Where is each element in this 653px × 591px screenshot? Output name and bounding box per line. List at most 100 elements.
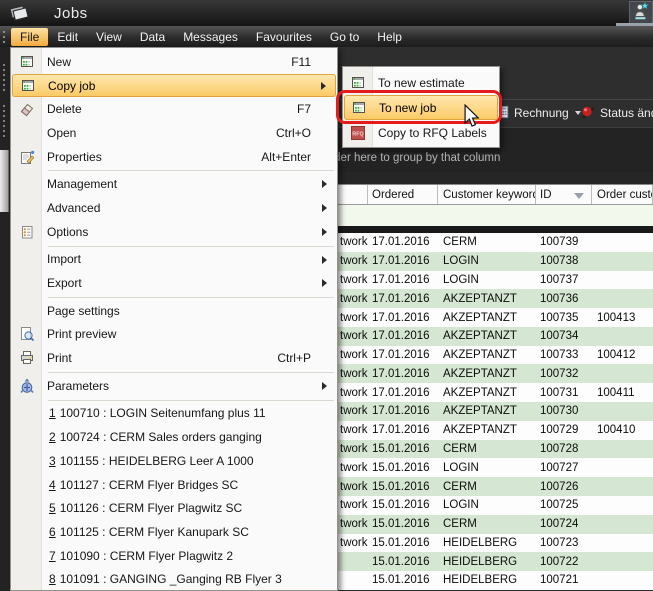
- rfq-icon: RFQ: [343, 125, 373, 141]
- recent-file-number: 7: [49, 549, 56, 563]
- menu-item-import[interactable]: Import: [11, 248, 337, 272]
- recent-file-3[interactable]: 3101155 : HEIDELBERG Leer A 1000: [11, 449, 337, 473]
- titlebar-user-button[interactable]: [629, 1, 653, 25]
- table-row[interactable]: twork15.01.2016CERM100726: [338, 477, 653, 496]
- window-titlebar: Jobs: [0, 0, 653, 26]
- table-row[interactable]: twork17.01.2016AKZEPTANZT100736: [338, 289, 653, 308]
- status-change-icon: [580, 104, 596, 123]
- table-row[interactable]: twork17.01.2016AKZEPTANZT100735100413: [338, 308, 653, 327]
- table-row[interactable]: twork17.01.2016LOGIN100738: [338, 252, 653, 271]
- table-cell: 17.01.2016: [368, 330, 438, 342]
- jobs-app-icon: [8, 2, 30, 24]
- table-cell: 100721: [536, 574, 592, 586]
- menu-item-label: Properties: [47, 150, 102, 164]
- menu-messages[interactable]: Messages: [174, 28, 247, 46]
- table-row[interactable]: twork15.01.2016CERM100724: [338, 515, 653, 534]
- table-cell: CERM: [438, 518, 536, 530]
- left-dock-strip: [0, 47, 10, 591]
- recent-file-6[interactable]: 6101125 : CERM Flyer Kanupark SC: [11, 520, 337, 544]
- table-cell: 17.01.2016: [368, 274, 438, 286]
- submenu-arrow-icon: [322, 228, 327, 236]
- menu-go-to[interactable]: Go to: [321, 28, 368, 46]
- menu-item-properties[interactable]: PropertiesAlt+Enter: [11, 145, 337, 169]
- table-row[interactable]: twork17.01.2016AKZEPTANZT100731100411: [338, 383, 653, 402]
- table-row[interactable]: twork17.01.2016AKZEPTANZT100733100412: [338, 346, 653, 365]
- table-row[interactable]: twork15.01.2016HEIDELBERG100723: [338, 534, 653, 553]
- dock-grip-handle[interactable]: [2, 104, 7, 137]
- menu-item-open[interactable]: OpenCtrl+O: [11, 121, 337, 145]
- table-cell: twork: [338, 405, 368, 417]
- menu-item-page-settings[interactable]: Page settings: [11, 299, 337, 323]
- table-row[interactable]: twork17.01.2016AKZEPTANZT100730: [338, 402, 653, 421]
- recent-file-label: 100724 : CERM Sales orders ganging: [60, 430, 262, 444]
- submenu-item-to-new-job[interactable]: To new job: [344, 95, 498, 120]
- recent-file-7[interactable]: 7101090 : CERM Flyer Plagwitz 2: [11, 544, 337, 568]
- menu-item-export[interactable]: Export: [11, 271, 337, 295]
- table-cell: AKZEPTANZT: [438, 368, 536, 380]
- table-cell: LOGIN: [438, 462, 536, 474]
- column-header-id[interactable]: ID: [536, 185, 592, 204]
- table-row[interactable]: twork17.01.2016AKZEPTANZT100734: [338, 327, 653, 346]
- jobs-table: Ordered Customer keyword ID Order custo two…: [338, 184, 653, 590]
- table-cell: 100739: [536, 236, 592, 248]
- dock-grip-handle[interactable]: [2, 63, 7, 94]
- file-menu-items: NewF11Copy jobDeleteF7OpenCtrl+OProperti…: [11, 48, 337, 591]
- menu-item-delete[interactable]: DeleteF7: [11, 97, 337, 121]
- table-row[interactable]: twork17.01.2016LOGIN100737: [338, 271, 653, 290]
- svg-text:RFQ: RFQ: [352, 131, 363, 137]
- menu-view[interactable]: View: [87, 28, 131, 46]
- status-change-button[interactable]: Status änd: [580, 102, 653, 124]
- table-row[interactable]: 15.01.2016HEIDELBERG100721: [338, 571, 653, 590]
- menubar-grip-handle[interactable]: [2, 30, 7, 44]
- table-row[interactable]: twork17.01.2016AKZEPTANZT100729100410: [338, 421, 653, 440]
- column-header-ordered[interactable]: Ordered: [368, 185, 438, 204]
- menu-item-options[interactable]: Options: [11, 220, 337, 244]
- copy-job-submenu: To new estimateTo new job RFQ Copy to RFQ …: [342, 66, 500, 148]
- recent-file-5[interactable]: 5101126 : CERM Flyer Plagwitz SC: [11, 496, 337, 520]
- scrollbar-thumb[interactable]: [0, 150, 9, 212]
- menu-item-advanced[interactable]: Advanced: [11, 196, 337, 220]
- column-header-customer-keyword[interactable]: Customer keyword: [438, 185, 536, 204]
- menu-item-copy-job[interactable]: Copy job: [12, 74, 336, 98]
- table-filter-row[interactable]: [338, 205, 653, 226]
- menu-data[interactable]: Data: [131, 28, 174, 46]
- job-icon: [344, 100, 374, 116]
- menu-item-management[interactable]: Management: [11, 172, 337, 196]
- submenu-item-to-new-estimate[interactable]: To new estimate: [343, 70, 499, 95]
- printer-icon: [11, 350, 42, 366]
- table-row[interactable]: twork15.01.2016CERM100728: [338, 440, 653, 459]
- recent-file-2[interactable]: 2100724 : CERM Sales orders ganging: [11, 425, 337, 449]
- submenu-item-copy-to-rfq-labels[interactable]: RFQ Copy to RFQ Labels: [343, 120, 499, 145]
- menu-edit[interactable]: Edit: [48, 28, 87, 46]
- table-cell: 100733: [536, 349, 592, 361]
- menu-favourites[interactable]: Favourites: [247, 28, 321, 46]
- table-cell: 100730: [536, 405, 592, 417]
- menu-item-parameters[interactable]: Parameters: [11, 374, 337, 398]
- parameters-icon: [11, 378, 42, 394]
- table-cell: 100413: [592, 312, 653, 324]
- rechnung-button[interactable]: Rechnung: [496, 102, 581, 124]
- column-header-label: ID: [540, 189, 552, 201]
- column-header-status[interactable]: [338, 185, 368, 204]
- menu-item-print-preview[interactable]: Print preview: [11, 323, 337, 347]
- table-cell: 100732: [536, 368, 592, 380]
- menu-item-print[interactable]: PrintCtrl+P: [11, 346, 337, 370]
- column-header-label: Ordered: [372, 189, 414, 201]
- menu-file[interactable]: File: [11, 28, 48, 46]
- column-header-order-custo[interactable]: Order custo: [592, 185, 653, 204]
- table-cell: 100734: [536, 330, 592, 342]
- table-row[interactable]: twork17.01.2016CERM100739: [338, 233, 653, 252]
- table-cell: 15.01.2016: [368, 556, 438, 568]
- table-row[interactable]: twork15.01.2016LOGIN100727: [338, 458, 653, 477]
- table-row[interactable]: twork15.01.2016LOGIN100725: [338, 496, 653, 515]
- menu-item-shortcut: Ctrl+P: [277, 351, 311, 365]
- submenu-item-label: Copy to RFQ Labels: [378, 126, 487, 140]
- table-row[interactable]: twork17.01.2016AKZEPTANZT100732: [338, 364, 653, 383]
- recent-file-8[interactable]: 8101091 : GANGING _Ganging RB Flyer 3: [11, 567, 337, 591]
- menu-item-new[interactable]: NewF11: [11, 50, 337, 74]
- table-cell: 100727: [536, 462, 592, 474]
- table-row[interactable]: 15.01.2016HEIDELBERG100722: [338, 552, 653, 571]
- menu-help[interactable]: Help: [368, 28, 411, 46]
- recent-file-1[interactable]: 1100710 : LOGIN Seitenumfang plus 11: [11, 402, 337, 426]
- recent-file-4[interactable]: 4101127 : CERM Flyer Bridges SC: [11, 473, 337, 497]
